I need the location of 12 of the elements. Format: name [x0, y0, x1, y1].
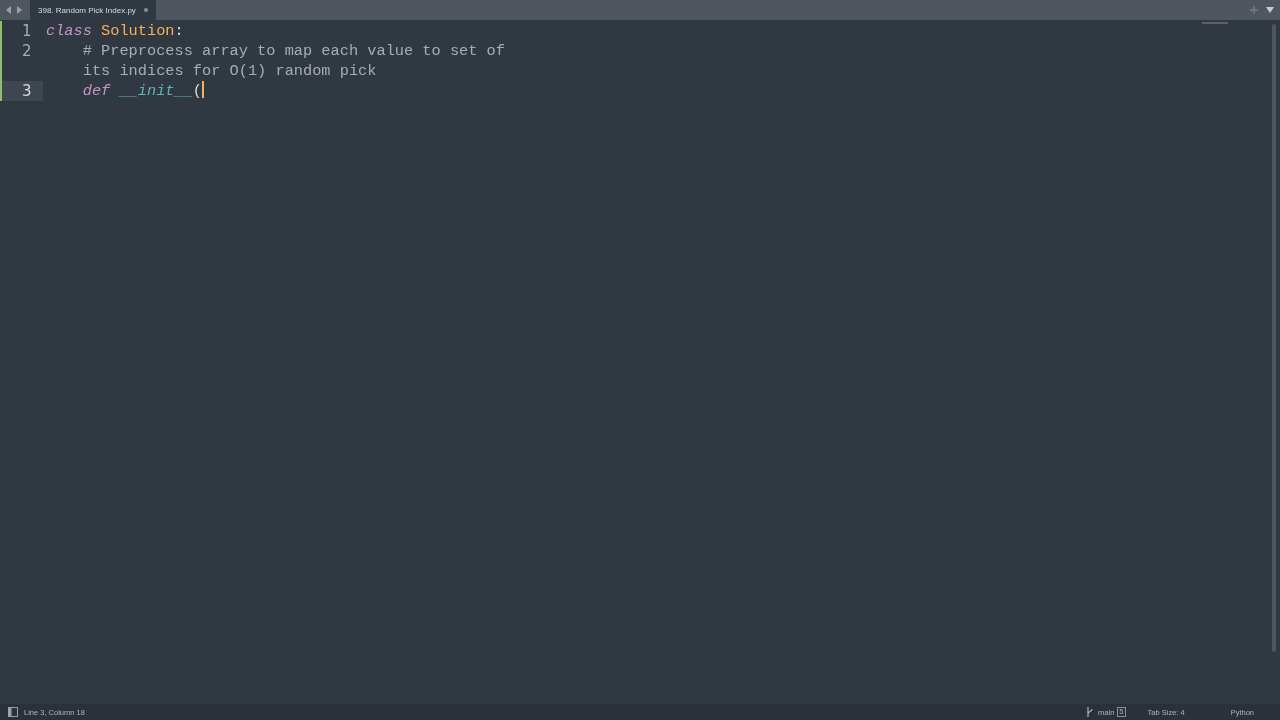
tab-navigation-arrows-icon[interactable]: [6, 6, 22, 14]
file-tab[interactable]: 398. Random Pick Index.py: [30, 0, 156, 20]
panel-toggle-icon[interactable]: [8, 707, 18, 717]
code-line: # Preprocess array to map each value to set of its indices for O(1) random pick: [82, 42, 506, 80]
code-line: def __init__(: [82, 82, 205, 100]
unsaved-dot-icon[interactable]: [143, 8, 148, 12]
line-number: 3: [2, 81, 43, 101]
branch-icon: [1086, 707, 1095, 717]
line-number: 2: [21, 41, 33, 62]
dropdown-arrow-icon[interactable]: [1266, 7, 1274, 13]
code-line: class Solution:: [46, 22, 184, 40]
line-number: 1: [21, 21, 33, 41]
